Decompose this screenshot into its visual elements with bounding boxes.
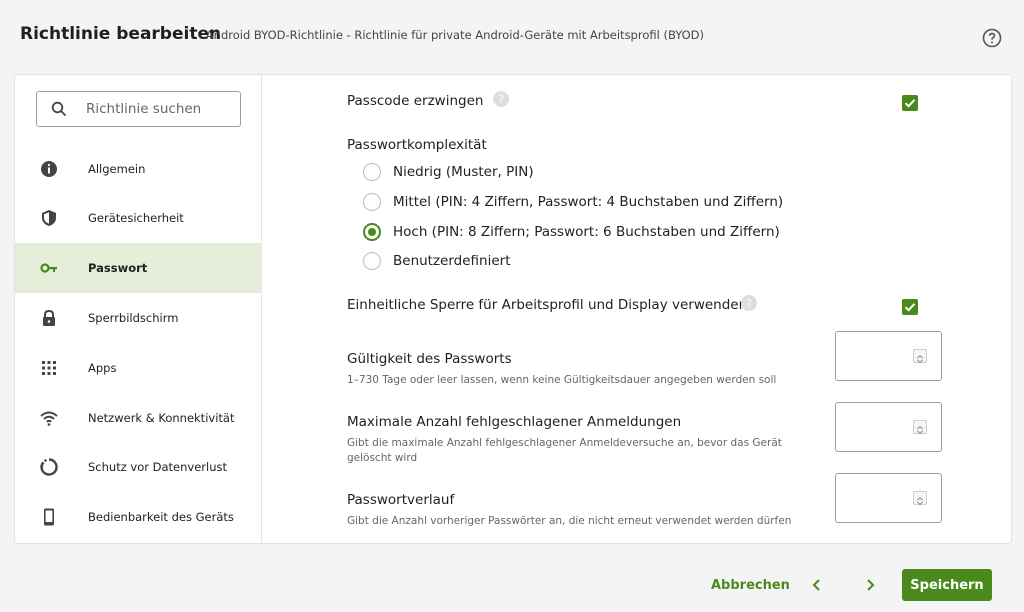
search-icon bbox=[51, 101, 67, 117]
sidebar-item-label: Passwort bbox=[88, 261, 148, 275]
page-title: Richtlinie bearbeiten bbox=[20, 24, 222, 44]
history-label: Passwortverlauf bbox=[347, 492, 455, 508]
sidebar-item-label: Apps bbox=[88, 361, 117, 375]
sidebar-item-label: Bedienbarkeit des Geräts bbox=[88, 510, 234, 524]
policy-card: Richtlinie suchen Allgemein Gerätesicher… bbox=[14, 74, 1012, 544]
sidebar-item-label: Allgemein bbox=[88, 162, 146, 176]
svg-text:?: ? bbox=[746, 297, 752, 310]
radio-niedrig[interactable] bbox=[363, 163, 381, 181]
data-loss-icon bbox=[40, 458, 58, 476]
expiry-label: Gültigkeit des Passworts bbox=[347, 351, 512, 367]
radio-benutzerdefiniert[interactable] bbox=[363, 252, 381, 270]
sidebar-item-apps[interactable]: Apps bbox=[15, 343, 262, 393]
page-header: Richtlinie bearbeiten - Android BYOD-Ric… bbox=[0, 0, 1024, 74]
radio-benutzerdefiniert-label: Benutzerdefiniert bbox=[393, 253, 511, 269]
help-circle-icon[interactable] bbox=[982, 28, 1002, 48]
sidebar-item-bedienbarkeit[interactable]: Bedienbarkeit des Geräts bbox=[15, 492, 262, 542]
expiry-input[interactable] bbox=[835, 331, 942, 381]
unified-lock-label: Einheitliche Sperre für Arbeitsprofil un… bbox=[347, 297, 748, 313]
sidebar: Richtlinie suchen Allgemein Gerätesicher… bbox=[15, 75, 262, 543]
apps-grid-icon bbox=[42, 361, 56, 375]
history-help: Gibt die Anzahl vorheriger Passwörter an… bbox=[347, 515, 792, 527]
max-failed-input[interactable] bbox=[835, 402, 942, 452]
sidebar-item-label: Netzwerk & Konnektivität bbox=[88, 411, 235, 425]
save-button[interactable]: Speichern bbox=[902, 569, 992, 601]
spinner-icon[interactable] bbox=[913, 491, 927, 506]
wifi-icon bbox=[40, 411, 58, 426]
phone-icon bbox=[44, 508, 54, 526]
expiry-help: 1–730 Tage oder leer lassen, wenn keine … bbox=[347, 374, 777, 386]
chevron-right-icon[interactable] bbox=[863, 578, 877, 592]
radio-hoch[interactable] bbox=[363, 223, 381, 241]
shield-icon bbox=[42, 210, 56, 226]
question-icon[interactable]: ? bbox=[493, 91, 509, 107]
sidebar-item-label: Schutz vor Datenverlust bbox=[88, 460, 227, 474]
spinner-icon[interactable] bbox=[913, 420, 927, 435]
sidebar-item-sperrbildschirm[interactable]: Sperrbildschirm bbox=[15, 293, 262, 343]
policy-form: Passcode erzwingen ? Passwortkomplexität… bbox=[263, 75, 1011, 543]
sidebar-item-label: Gerätesicherheit bbox=[88, 211, 184, 225]
sidebar-item-passwort[interactable]: Passwort bbox=[15, 243, 262, 293]
max-failed-label: Maximale Anzahl fehlgeschlagener Anmeldu… bbox=[347, 414, 682, 430]
spinner-icon[interactable] bbox=[913, 349, 927, 364]
sidebar-item-netzwerk[interactable]: Netzwerk & Konnektivität bbox=[15, 393, 262, 443]
cancel-button[interactable]: Abbrechen bbox=[711, 578, 790, 593]
question-icon[interactable]: ? bbox=[741, 295, 757, 311]
complexity-label: Passwortkomplexität bbox=[347, 137, 487, 153]
sidebar-item-allgemein[interactable]: Allgemein bbox=[15, 144, 262, 194]
svg-text:?: ? bbox=[498, 93, 504, 106]
chevron-left-icon[interactable] bbox=[810, 578, 824, 592]
sidebar-item-datenverlust[interactable]: Schutz vor Datenverlust bbox=[15, 442, 262, 492]
radio-mittel-label: Mittel (PIN: 4 Ziffern, Passwort: 4 Buch… bbox=[393, 194, 784, 210]
page-subtitle: - Android BYOD-Richtlinie - Richtlinie f… bbox=[198, 28, 704, 42]
save-button-label: Speichern bbox=[910, 577, 984, 593]
lock-icon bbox=[43, 309, 55, 326]
checkmark-icon bbox=[904, 303, 916, 312]
search-placeholder: Richtlinie suchen bbox=[86, 101, 202, 117]
checkmark-icon bbox=[904, 99, 916, 108]
max-failed-help: Gibt die maximale Anzahl fehlgeschlagene… bbox=[347, 437, 782, 464]
info-icon bbox=[41, 161, 57, 177]
history-input[interactable] bbox=[835, 473, 942, 523]
enforce-passcode-checkbox[interactable] bbox=[902, 95, 918, 111]
sidebar-item-label: Sperrbildschirm bbox=[88, 311, 179, 325]
sidebar-item-geraetesicherheit[interactable]: Gerätesicherheit bbox=[15, 193, 262, 243]
radio-hoch-label: Hoch (PIN: 8 Ziffern; Passwort: 6 Buchst… bbox=[393, 224, 780, 240]
search-input[interactable]: Richtlinie suchen bbox=[36, 91, 241, 127]
enforce-passcode-label: Passcode erzwingen bbox=[347, 93, 484, 109]
unified-lock-checkbox[interactable] bbox=[902, 299, 918, 315]
key-icon bbox=[40, 263, 57, 273]
radio-mittel[interactable] bbox=[363, 193, 381, 211]
radio-niedrig-label: Niedrig (Muster, PIN) bbox=[393, 164, 534, 180]
